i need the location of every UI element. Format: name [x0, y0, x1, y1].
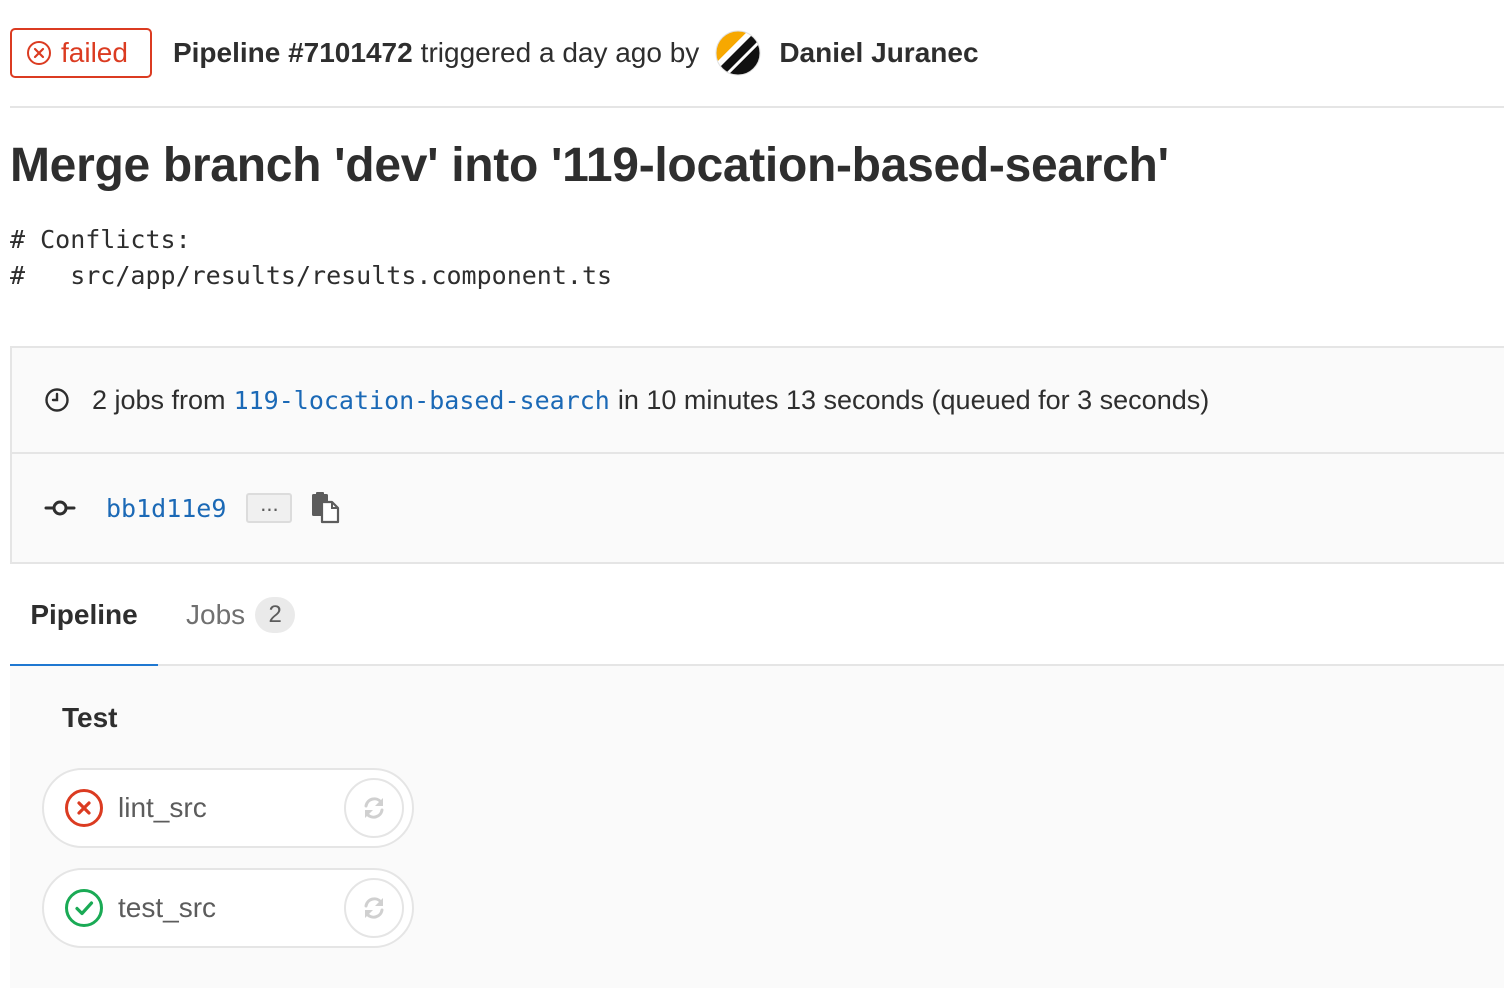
- pipeline-tabs: Pipeline Jobs 2: [10, 564, 1504, 668]
- pipeline-duration-row: 2 jobs from 119-location-based-search in…: [12, 348, 1504, 454]
- failed-status-icon: [26, 40, 52, 66]
- pipeline-graph: Test lint_src test_src: [10, 666, 1504, 988]
- author-link[interactable]: Daniel Juranec: [779, 37, 978, 69]
- commit-title: Merge branch 'dev' into '119-location-ba…: [10, 139, 1169, 192]
- tab-jobs-label: Jobs: [186, 599, 246, 630]
- branch-link[interactable]: 119-location-based-search: [234, 386, 610, 415]
- failed-status-icon: [64, 788, 104, 828]
- jobs-count-badge: 2: [255, 597, 296, 633]
- tab-pipeline[interactable]: Pipeline: [10, 564, 158, 668]
- duration-text: in 10 minutes 13 seconds (queued for 3 s…: [617, 384, 1210, 415]
- pipeline-id: Pipeline #7101472: [172, 37, 413, 68]
- pipeline-info-box: 2 jobs from 119-location-based-search in…: [10, 346, 1504, 564]
- triggered-text: triggered a day ago by: [420, 37, 700, 68]
- clipboard-icon[interactable]: [310, 492, 340, 524]
- clock-icon: [44, 387, 70, 413]
- jobs-prefix: 2 jobs from: [92, 384, 226, 415]
- tab-jobs[interactable]: Jobs 2: [186, 564, 296, 666]
- header-divider: [10, 106, 1504, 108]
- status-label: failed: [61, 37, 128, 68]
- success-status-icon: [64, 888, 104, 928]
- retry-icon[interactable]: [344, 878, 404, 938]
- stage-title: Test: [62, 702, 118, 733]
- pipeline-header: failed Pipeline #7101472 triggered a day…: [10, 28, 979, 78]
- description-line: # src/app/results/results.component.ts: [10, 261, 613, 290]
- job-lint-src[interactable]: lint_src: [42, 768, 414, 848]
- job-test-src[interactable]: test_src: [42, 868, 414, 948]
- commit-sha-link[interactable]: bb1d11e9: [106, 494, 226, 523]
- commit-row: bb1d11e9 ...: [12, 454, 1504, 562]
- commit-icon: [44, 498, 76, 518]
- avatar[interactable]: [715, 30, 761, 76]
- tab-pipeline-label: Pipeline: [30, 599, 138, 630]
- description-line: # Conflicts:: [10, 225, 191, 254]
- pipeline-summary: Pipeline #7101472 triggered a day ago by…: [173, 30, 979, 76]
- retry-icon[interactable]: [344, 778, 404, 838]
- expand-description-button[interactable]: ...: [246, 493, 293, 523]
- commit-description: # Conflicts: # src/app/results/results.co…: [10, 222, 612, 294]
- status-badge-failed[interactable]: failed: [10, 28, 152, 78]
- job-name: lint_src: [118, 792, 207, 823]
- job-name: test_src: [118, 892, 217, 923]
